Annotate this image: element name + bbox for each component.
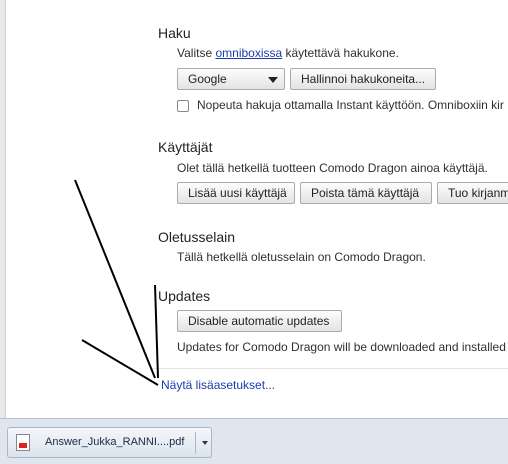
chevron-down-icon[interactable] — [202, 441, 208, 445]
pdf-file-icon — [16, 434, 30, 451]
download-item-separator — [195, 432, 196, 454]
download-item[interactable]: Answer_Jukka_RANNI....pdf — [7, 427, 212, 458]
annotation-arrows — [74, 179, 159, 386]
arrow-line-long — [74, 179, 156, 379]
download-file-name: Answer_Jukka_RANNI....pdf — [45, 436, 185, 448]
download-bar: Answer_Jukka_RANNI....pdf — [0, 418, 508, 464]
arrow-line-short — [81, 339, 159, 386]
arrow-line-vertical — [154, 284, 159, 379]
